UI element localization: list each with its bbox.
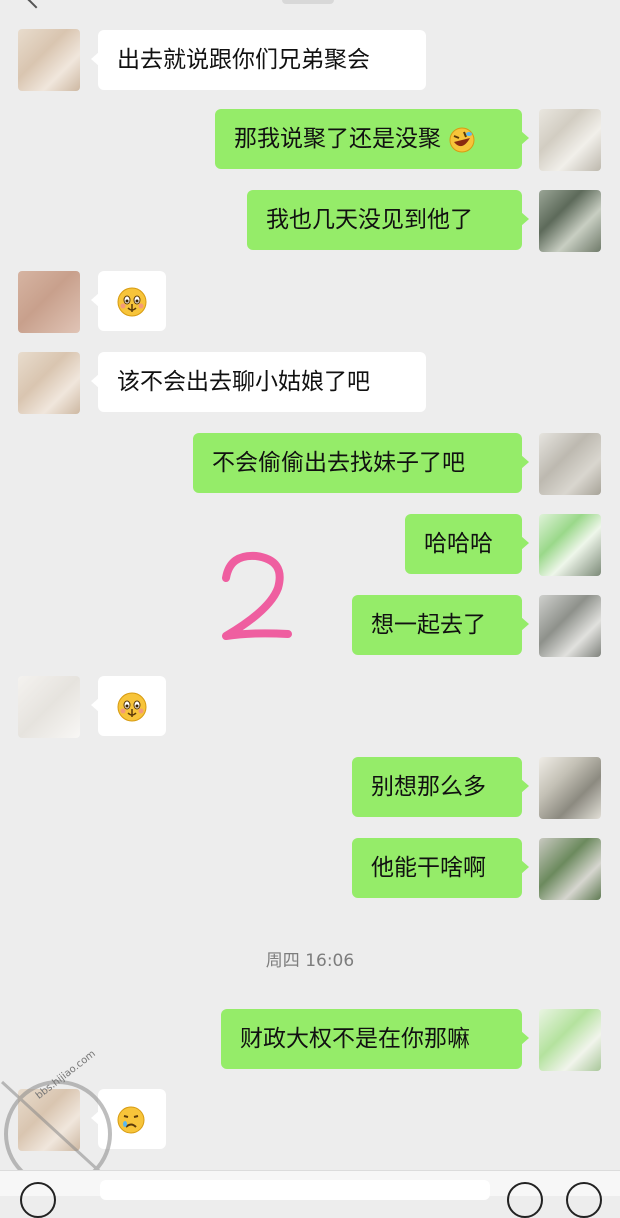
message-text: 出去就说跟你们兄弟聚会 xyxy=(117,47,370,73)
message-timestamp: 周四 16:06 xyxy=(265,951,355,971)
my-avatar[interactable] xyxy=(539,1009,601,1071)
voice-button[interactable] xyxy=(20,1182,56,1218)
emoji-button[interactable] xyxy=(507,1182,543,1218)
my-avatar[interactable] xyxy=(539,514,601,576)
message-text: 哈哈哈 xyxy=(424,531,493,557)
message-text: 该不会出去聊小姑娘了吧 xyxy=(117,369,370,395)
message-bubble-received[interactable]: 出去就说跟你们兄弟聚会 xyxy=(91,30,426,90)
message-bubble-sent[interactable]: 想一起去了 xyxy=(352,595,529,655)
message-bubble-sent[interactable]: 财政大权不是在你那嘛 xyxy=(221,1009,529,1069)
message-input[interactable] xyxy=(100,1180,490,1200)
message-text: 那我说聚了还是没聚 xyxy=(234,126,441,152)
more-button[interactable] xyxy=(566,1182,602,1218)
message-text: 别想那么多 xyxy=(371,774,486,800)
message-bubble-sent[interactable]: 别想那么多 xyxy=(352,757,529,817)
contact-avatar[interactable] xyxy=(18,676,80,738)
my-avatar[interactable] xyxy=(539,838,601,900)
message-bubble-sent[interactable]: 哈哈哈 xyxy=(405,514,529,574)
back-arrow-icon[interactable] xyxy=(27,0,45,9)
my-avatar[interactable] xyxy=(539,757,601,819)
message-text: 财政大权不是在你那嘛 xyxy=(240,1026,470,1052)
handwritten-annotation: 2 xyxy=(212,548,300,653)
message-bubble-sent[interactable]: 不会偷偷出去找妹子了吧 xyxy=(193,433,529,493)
chat-title xyxy=(282,0,334,4)
message-bubble-sent[interactable]: 那我说聚了还是没聚 xyxy=(215,109,529,169)
message-text: 不会偷偷出去找妹子了吧 xyxy=(212,450,465,476)
smirk-emoji xyxy=(117,287,147,316)
message-text: 他能干啥啊 xyxy=(371,855,486,881)
contact-avatar[interactable] xyxy=(18,29,80,91)
my-avatar[interactable] xyxy=(539,109,601,171)
smirk-emoji xyxy=(117,692,147,721)
my-avatar[interactable] xyxy=(539,595,601,657)
contact-avatar[interactable] xyxy=(18,352,80,414)
number-two-scribble xyxy=(222,551,292,640)
rolling-laughing-emoji xyxy=(449,127,475,152)
message-bubble-sent[interactable]: 我也几天没见到他了 xyxy=(247,190,529,250)
message-bubble-received[interactable] xyxy=(91,676,166,736)
my-avatar[interactable] xyxy=(539,190,601,252)
message-bubble-received[interactable] xyxy=(91,271,166,331)
message-text: 想一起去了 xyxy=(371,612,486,638)
contact-avatar[interactable] xyxy=(18,271,80,333)
message-text: 我也几天没见到他了 xyxy=(266,207,473,233)
my-avatar[interactable] xyxy=(539,433,601,495)
message-bubble-sent[interactable]: 他能干啥啊 xyxy=(352,838,529,898)
message-bubble-received[interactable]: 该不会出去聊小姑娘了吧 xyxy=(91,352,426,412)
top-bar xyxy=(0,0,620,12)
